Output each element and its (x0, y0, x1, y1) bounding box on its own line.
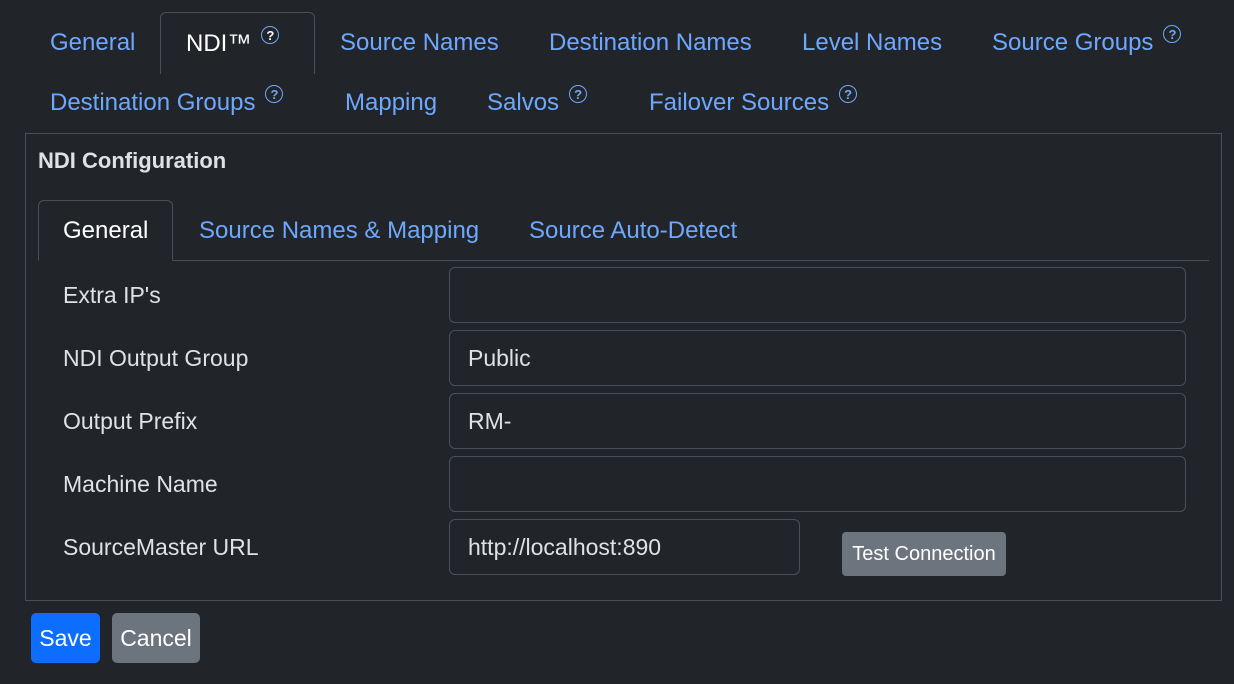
tab-salvos[interactable]: Salvos ? (487, 73, 588, 133)
sourcemaster-url-input[interactable] (449, 519, 800, 575)
save-button[interactable]: Save (31, 613, 100, 663)
extra-ips-input[interactable] (449, 267, 1186, 323)
tab-level-names[interactable]: Level Names (802, 13, 942, 73)
ndi-settings-page: General NDI™ ? Source Names Destination … (0, 0, 1234, 684)
tab-mapping[interactable]: Mapping (345, 73, 437, 133)
tab-label: Source Groups (992, 29, 1154, 56)
tab-label: Destination Groups (50, 89, 256, 116)
help-icon[interactable]: ? (839, 85, 858, 103)
panel-title: NDI Configuration (38, 148, 227, 173)
sourcemaster-url-label: SourceMaster URL (63, 534, 259, 560)
tab-failover-sources[interactable]: Failover Sources ? (649, 73, 858, 133)
extra-ips-label: Extra IP's (63, 282, 161, 308)
ndi-output-group-input[interactable] (449, 330, 1186, 386)
help-icon[interactable]: ? (569, 85, 588, 103)
tab-destination-groups[interactable]: Destination Groups ? (50, 73, 284, 133)
output-prefix-label: Output Prefix (63, 408, 198, 434)
help-icon[interactable]: ? (265, 85, 284, 103)
tab-label: Salvos (487, 89, 560, 116)
tab-label: Level Names (802, 29, 943, 56)
help-icon[interactable]: ? (1163, 25, 1182, 43)
subtab-label: Source Auto-Detect (529, 216, 738, 244)
cancel-button[interactable]: Cancel (112, 613, 200, 663)
ndi-config-panel: NDI Configuration General Source Names &… (25, 133, 1222, 601)
machine-name-label: Machine Name (63, 471, 218, 497)
subtab-source-auto-detect[interactable]: Source Auto-Detect (529, 200, 737, 261)
tab-label: Destination Names (549, 29, 752, 56)
help-icon[interactable]: ? (261, 25, 280, 44)
output-prefix-input[interactable] (449, 393, 1186, 449)
subtab-general[interactable]: General (38, 200, 173, 261)
subtab-label: Source Names & Mapping (199, 216, 480, 244)
tab-label: General (50, 29, 136, 56)
machine-name-input[interactable] (449, 456, 1186, 512)
tab-label: Source Names (340, 29, 499, 56)
tab-label: Mapping (345, 89, 438, 116)
ndi-output-group-label: NDI Output Group (63, 345, 249, 371)
subtab-label: General (63, 216, 149, 244)
tab-general[interactable]: General (50, 13, 135, 73)
test-connection-button[interactable]: Test Connection (842, 532, 1006, 576)
tab-label: Failover Sources (649, 89, 830, 116)
tab-source-names[interactable]: Source Names (340, 13, 499, 73)
subtab-source-names-mapping[interactable]: Source Names & Mapping (199, 200, 479, 261)
tab-destination-names[interactable]: Destination Names (549, 13, 752, 73)
tab-source-groups[interactable]: Source Groups ? (992, 13, 1182, 73)
tab-ndi[interactable]: NDI™ ? (160, 12, 315, 74)
tab-label: NDI™ (186, 29, 252, 57)
